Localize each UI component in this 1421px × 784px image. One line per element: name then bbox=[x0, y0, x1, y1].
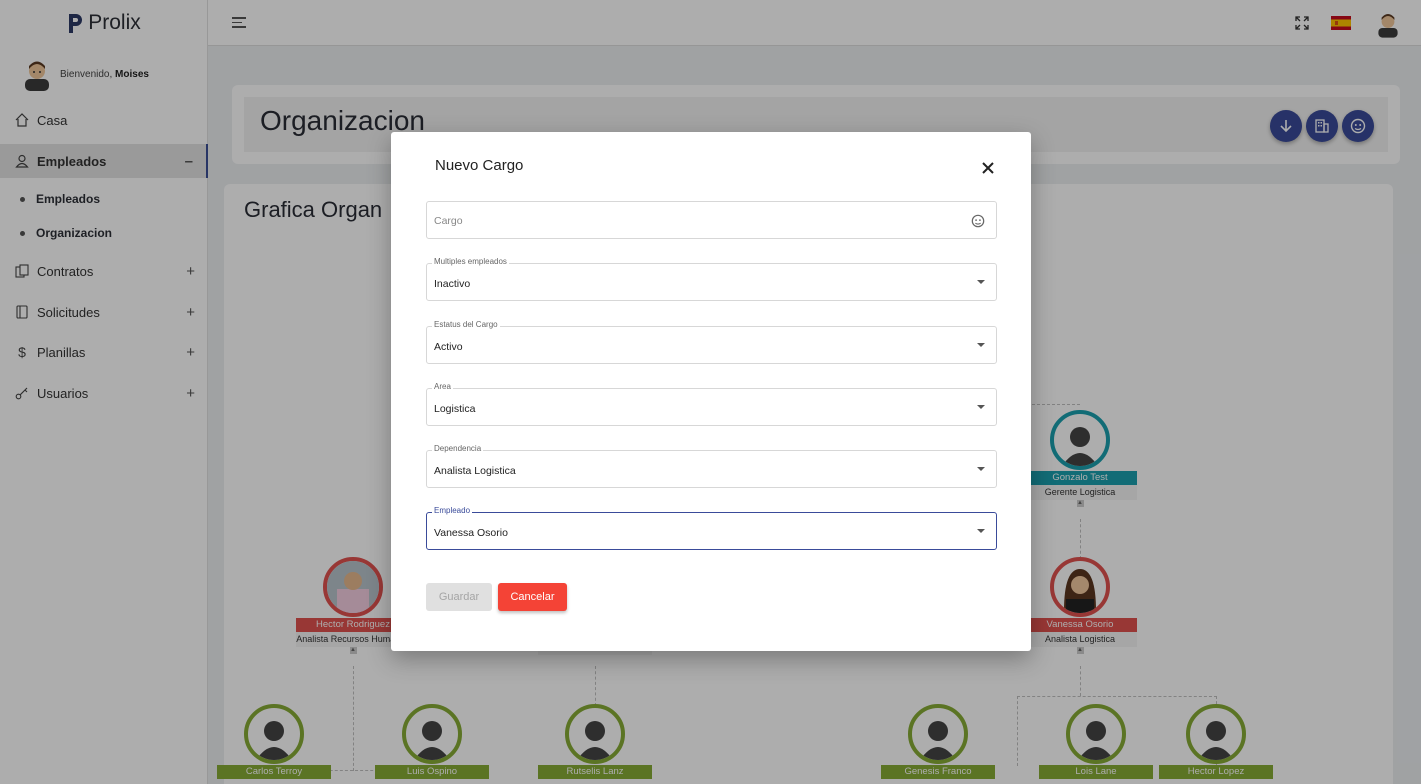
face-icon bbox=[971, 214, 985, 228]
close-icon[interactable] bbox=[979, 159, 997, 177]
save-button[interactable]: Guardar bbox=[426, 583, 492, 611]
field-value: Analista Logistica bbox=[434, 465, 516, 477]
cargo-field[interactable]: Cargo bbox=[426, 201, 997, 239]
empleado-select[interactable]: Empleado Vanessa Osorio bbox=[426, 506, 997, 550]
area-select[interactable]: Area Logistica bbox=[426, 382, 997, 426]
dropdown-arrow-icon bbox=[977, 405, 985, 409]
field-value: Vanessa Osorio bbox=[434, 527, 508, 539]
cargo-placeholder: Cargo bbox=[434, 215, 463, 227]
field-value: Logistica bbox=[434, 403, 476, 415]
dialog-title: Nuevo Cargo bbox=[435, 157, 524, 174]
dropdown-arrow-icon bbox=[977, 280, 985, 284]
estatus-cargo-select[interactable]: Estatus del Cargo Activo bbox=[426, 320, 997, 364]
cancel-button[interactable]: Cancelar bbox=[498, 583, 567, 611]
multiples-empleados-select[interactable]: Multiples empleados Inactivo bbox=[426, 257, 997, 301]
field-label: Multiples empleados bbox=[432, 257, 509, 266]
dropdown-arrow-icon bbox=[977, 467, 985, 471]
field-label: Area bbox=[432, 382, 453, 391]
field-label: Empleado bbox=[432, 506, 473, 515]
new-position-dialog: Nuevo Cargo Cargo Multiples empleados In… bbox=[391, 132, 1031, 651]
dependencia-select[interactable]: Dependencia Analista Logistica bbox=[426, 444, 997, 488]
dropdown-arrow-icon bbox=[977, 529, 985, 533]
field-label: Dependencia bbox=[432, 444, 484, 453]
field-label: Estatus del Cargo bbox=[432, 320, 500, 329]
field-value: Activo bbox=[434, 341, 463, 353]
field-value: Inactivo bbox=[434, 278, 471, 290]
dropdown-arrow-icon bbox=[977, 343, 985, 347]
